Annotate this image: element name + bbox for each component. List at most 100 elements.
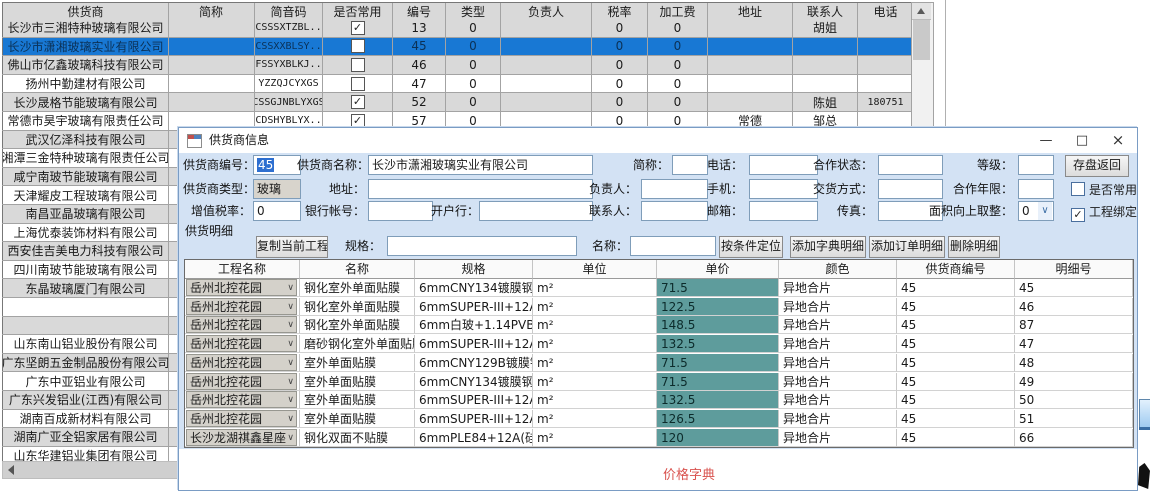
- chevron-down-icon[interactable]: ∨: [287, 336, 294, 352]
- detail-cell: 异地合片: [779, 410, 897, 428]
- scrollbar-thumb[interactable]: [913, 20, 930, 60]
- chevron-down-icon[interactable]: ∨: [287, 355, 294, 371]
- detail-column-header: 规格: [415, 260, 533, 279]
- contact-label: 联系人：: [587, 201, 637, 221]
- email-label: 邮箱：: [703, 201, 743, 221]
- chevron-down-icon[interactable]: ∨: [287, 280, 294, 296]
- detail-cell-project: 岳州北控花园∨: [185, 391, 300, 409]
- project-combobox[interactable]: 岳州北控花园∨: [186, 316, 297, 333]
- detail-cell: m²: [533, 316, 657, 334]
- minimize-button[interactable]: —: [1031, 128, 1061, 153]
- cell-supplier: 佛山市亿鑫玻璃科技有限公司: [2, 56, 169, 74]
- is-common-checkbox[interactable]: 是否常用: [1071, 180, 1137, 200]
- detail-cell: 51: [1015, 410, 1133, 428]
- common-checkbox[interactable]: [351, 58, 365, 72]
- address-input[interactable]: [368, 179, 593, 199]
- contact-input[interactable]: [641, 201, 708, 221]
- common-checkbox[interactable]: [351, 39, 365, 53]
- detail-cell: 46: [1015, 298, 1133, 316]
- checkbox-icon[interactable]: ✓: [1071, 208, 1085, 222]
- background-window-fragment-line: [1139, 427, 1150, 430]
- cell-address: [708, 93, 793, 111]
- cell-supplier: 南昌亚晶玻璃有限公司: [2, 205, 169, 223]
- cell-address: [708, 38, 793, 56]
- table-row[interactable]: 长沙市潇湘玻璃实业有限公司CSSXXBLSY..45000: [2, 38, 932, 57]
- cell-contact: [793, 56, 858, 74]
- common-checkbox[interactable]: ✓: [351, 114, 365, 128]
- address-label: 地址：: [321, 179, 365, 199]
- detail-cell: 47: [1015, 335, 1133, 353]
- table-row[interactable]: 佛山市亿鑫玻璃科技有限公司FSSYXBLKJ..46000: [2, 56, 932, 75]
- chevron-down-icon[interactable]: ∨: [287, 430, 294, 446]
- close-button[interactable]: ×: [1103, 128, 1133, 153]
- common-checkbox[interactable]: ✓: [351, 95, 365, 109]
- table-row[interactable]: 长沙晟格节能玻璃有限公司CSSGJNBLYXGS✓52000陈姐180751: [2, 93, 932, 112]
- cell-supplier: 西安佳吉美电力科技有限公司: [2, 242, 169, 260]
- table-row[interactable]: 扬州中勤建材有限公司YZZQJCYXGS47000: [2, 75, 932, 94]
- project-combobox[interactable]: 岳州北控花园∨: [186, 354, 297, 371]
- delivery-mode-input[interactable]: [878, 179, 943, 199]
- delete-detail-button[interactable]: 删除明细: [948, 236, 1000, 258]
- coop-status-input[interactable]: [878, 155, 943, 175]
- bank-account-input[interactable]: [368, 201, 433, 221]
- cell-address: [708, 75, 793, 93]
- chevron-down-icon[interactable]: ∨: [287, 299, 294, 315]
- chevron-down-icon[interactable]: ∨: [287, 317, 294, 333]
- supplier-no-input[interactable]: 45: [253, 155, 301, 175]
- save-return-button[interactable]: 存盘返回: [1065, 155, 1129, 177]
- cell-supplier: 上海优泰装饰材料有限公司: [2, 224, 169, 242]
- dialog-titlebar[interactable]: 供货商信息 — □ ×: [179, 128, 1137, 153]
- chevron-down-icon[interactable]: ∨: [287, 411, 294, 427]
- mobile-input[interactable]: [749, 179, 818, 199]
- email-input[interactable]: [749, 201, 818, 221]
- project-bind-checkbox[interactable]: ✓工程绑定: [1071, 202, 1137, 222]
- chevron-down-icon[interactable]: ∨: [287, 374, 294, 390]
- scroll-up-icon[interactable]: [912, 3, 931, 20]
- area-roundup-label: 面积向上取整：: [927, 201, 1013, 221]
- manager-input[interactable]: [641, 179, 708, 199]
- project-combobox[interactable]: 长沙龙湖祺鑫星座∨: [186, 429, 297, 446]
- name-input[interactable]: [630, 236, 716, 256]
- spec-input[interactable]: [387, 236, 577, 256]
- detail-cell: 148.5: [657, 316, 779, 334]
- project-combobox[interactable]: 岳州北控花园∨: [186, 335, 297, 352]
- coop-years-input[interactable]: [1018, 179, 1054, 199]
- detail-cell: 异地合片: [779, 354, 897, 372]
- add-dictionary-detail-button[interactable]: 添加字典明细: [790, 236, 866, 258]
- cell-type: 0: [446, 56, 501, 74]
- common-checkbox[interactable]: ✓: [351, 21, 365, 35]
- detail-column-header: 明细号: [1015, 260, 1133, 279]
- selected-text: 45: [257, 158, 274, 172]
- area-roundup-input[interactable]: 0∨: [1018, 201, 1054, 221]
- maximize-button[interactable]: □: [1067, 128, 1097, 153]
- add-order-detail-button[interactable]: 添加订单明细: [869, 236, 945, 258]
- detail-cell: 45: [897, 373, 1015, 391]
- chevron-down-icon[interactable]: ∨: [287, 392, 294, 408]
- detail-cell: 异地合片: [779, 429, 897, 447]
- project-combobox[interactable]: 岳州北控花园∨: [186, 391, 297, 408]
- project-combobox[interactable]: 岳州北控花园∨: [186, 410, 297, 427]
- vat-rate-input[interactable]: 0: [253, 201, 301, 221]
- cell-manager: [501, 56, 592, 74]
- supplier-name-input[interactable]: 长沙市潇湘玻璃实业有限公司: [368, 155, 593, 175]
- checkbox-icon[interactable]: [1071, 182, 1085, 196]
- manager-label: 负责人：: [587, 179, 637, 199]
- horizontal-scrollbar[interactable]: [2, 461, 180, 479]
- detail-section-label: 供货明细: [185, 222, 233, 239]
- project-combobox[interactable]: 岳州北控花园∨: [186, 279, 297, 296]
- supplier-type-input[interactable]: 玻璃: [253, 179, 301, 199]
- table-row[interactable]: 长沙市三湘特种玻璃有限公司CSSSXTZBL..✓13000胡姐: [2, 19, 932, 38]
- grade-input[interactable]: [1018, 155, 1054, 175]
- copy-current-project-button[interactable]: 复制当前工程: [256, 236, 328, 258]
- common-checkbox[interactable]: [351, 77, 365, 91]
- chevron-down-icon[interactable]: ∨: [1038, 202, 1052, 220]
- bank-input[interactable]: [479, 201, 593, 221]
- locate-by-condition-button[interactable]: 按条件定位: [719, 236, 783, 258]
- cell-fee: 0: [648, 56, 708, 74]
- scroll-left-icon[interactable]: [5, 464, 19, 476]
- detail-cell: 6mmSUPER-III+12A(硅...: [415, 391, 533, 409]
- project-combobox[interactable]: 岳州北控花园∨: [186, 373, 297, 390]
- vertical-scrollbar[interactable]: [911, 2, 934, 131]
- project-combobox[interactable]: 岳州北控花园∨: [186, 298, 297, 315]
- phone-input[interactable]: [749, 155, 818, 175]
